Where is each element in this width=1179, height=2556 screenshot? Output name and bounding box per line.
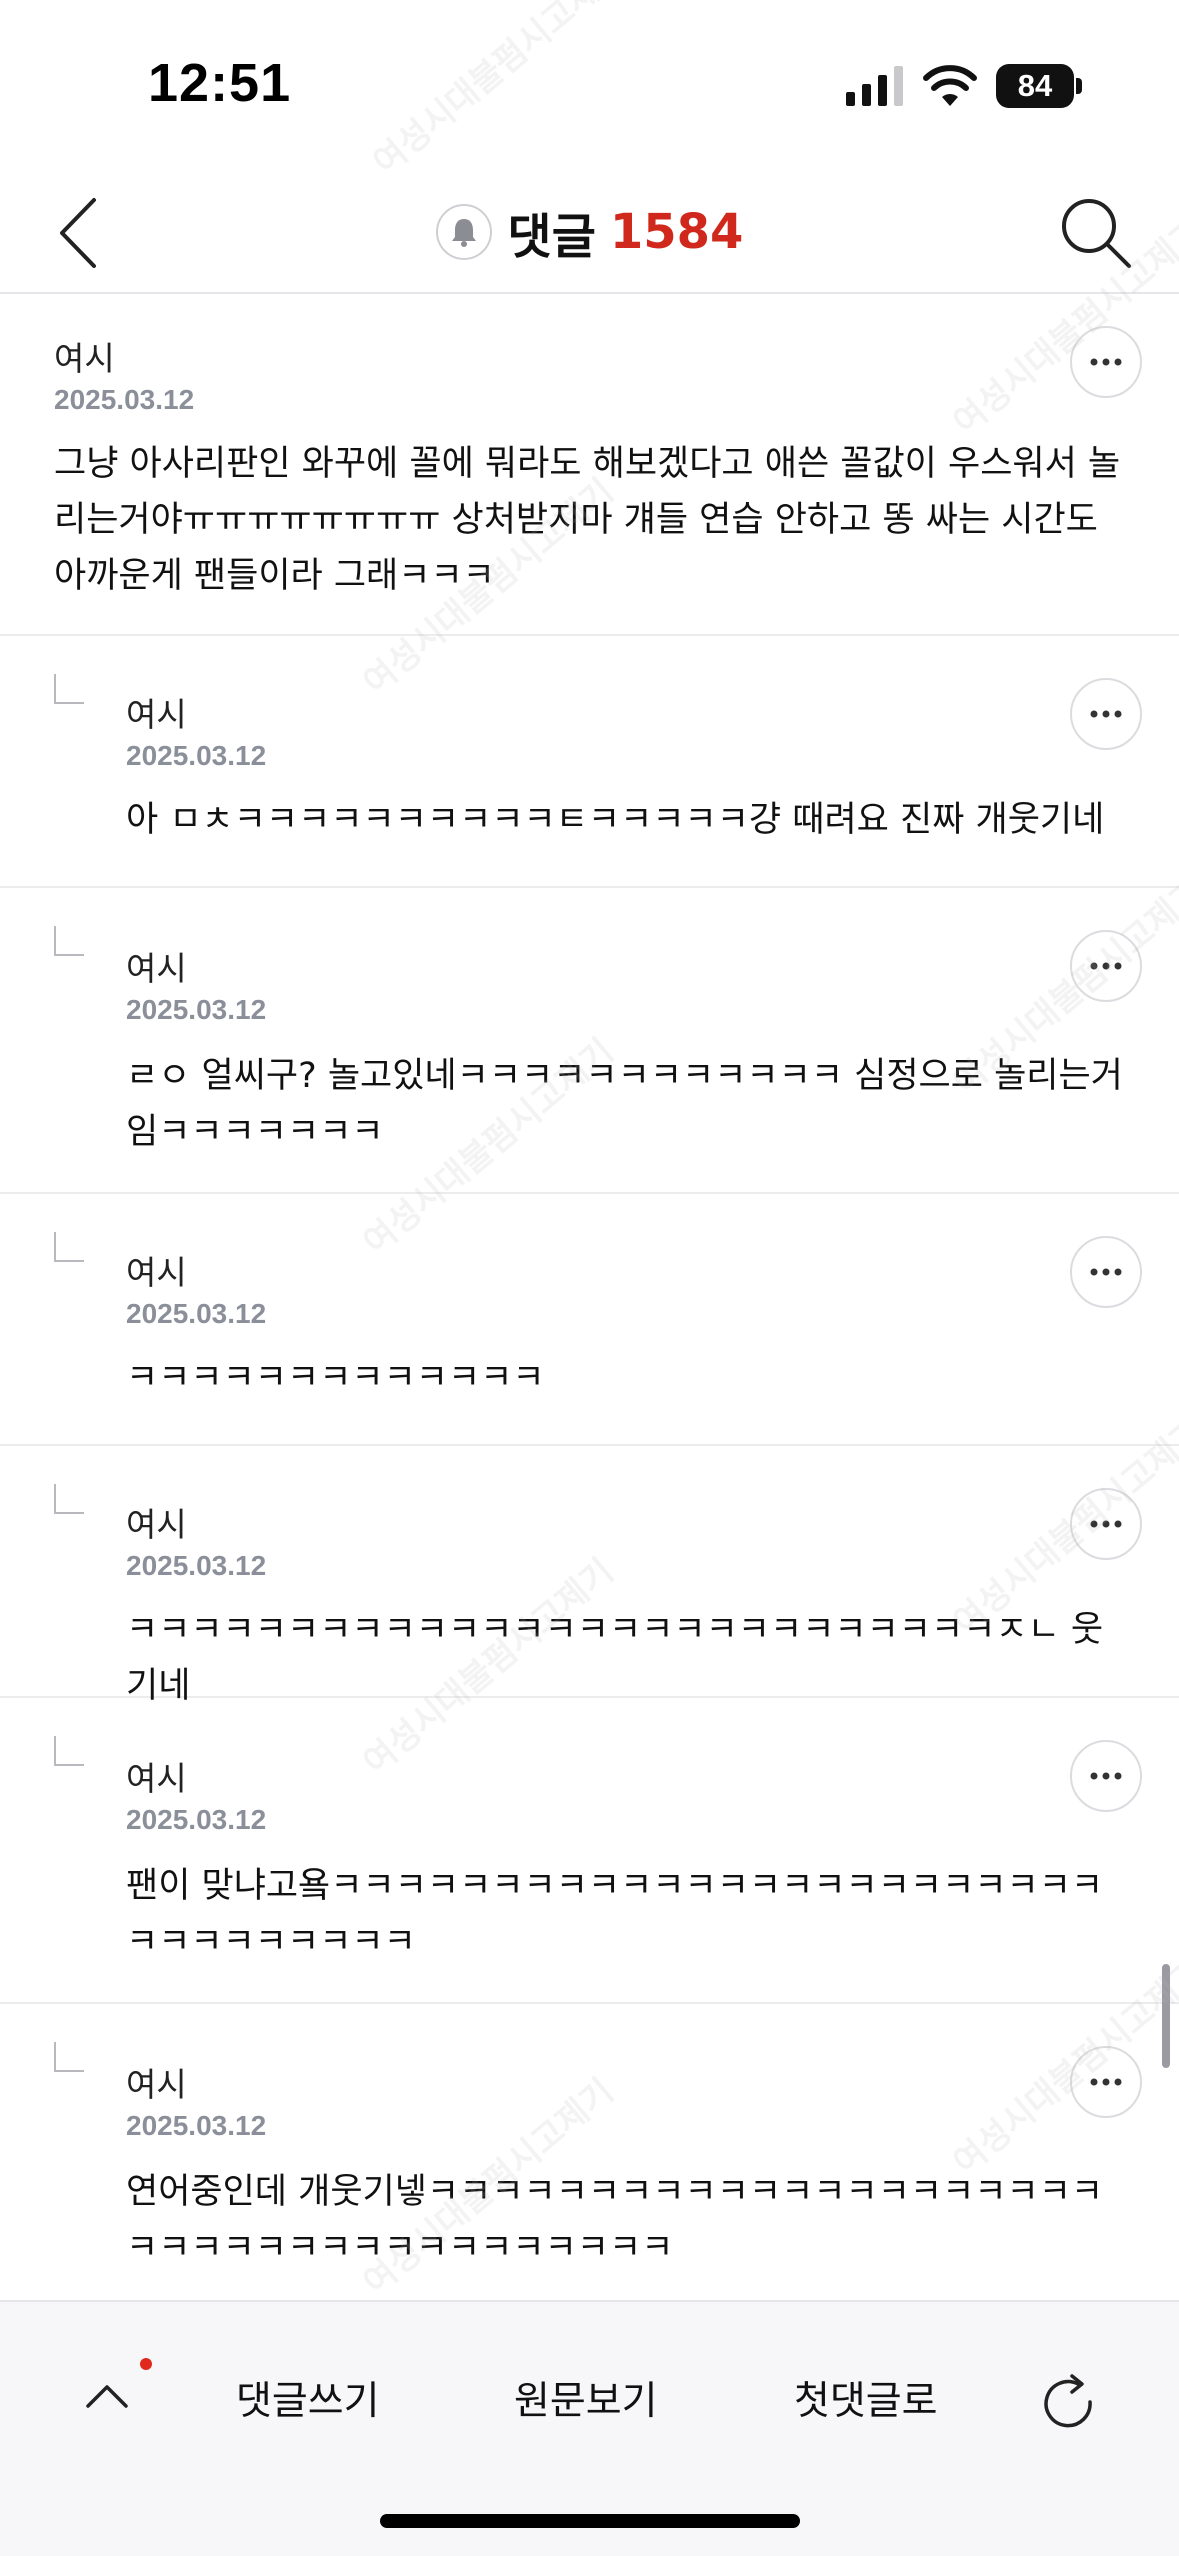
reply-item: 여시 2025.03.12 연어중인데 개웃기넿ㅋㅋㅋㅋㅋㅋㅋㅋㅋㅋㅋㅋㅋㅋㅋㅋ… [0, 2004, 1179, 2300]
comment-date: 2025.03.12 [54, 384, 195, 415]
comment-more-button[interactable] [1070, 2046, 1142, 2118]
header-title-group: 댓글 1584 [0, 190, 1179, 274]
comment-date: 2025.03.12 [126, 740, 267, 771]
new-indicator-dot [140, 2358, 152, 2370]
scrollbar-thumb[interactable] [1162, 1964, 1170, 2068]
comment-more-button[interactable] [1070, 1740, 1142, 1812]
comments-header: 댓글 1584 [0, 170, 1179, 294]
home-indicator[interactable] [380, 2514, 800, 2528]
reply-corner-icon [54, 1232, 84, 1262]
comment-author: 여시 [126, 1759, 187, 1798]
more-dots-icon [1090, 1268, 1122, 1276]
reply-item: 여시 2025.03.12 아 ㅁㅊㅋㅋㅋㅋㅋㅋㅋㅋㅋㅋㅌㅋㅋㅋㅋㅋ걍 때려요 … [0, 636, 1179, 888]
comment-item: 여시 2025.03.12 그냥 아사리판인 와꾸에 꼴에 뭐라도 해보겠다고 … [0, 296, 1179, 636]
bell-icon [451, 219, 476, 247]
comment-author: 여시 [54, 339, 115, 378]
search-button[interactable] [1055, 192, 1135, 272]
comment-author: 여시 [126, 2065, 187, 2104]
comment-more-button[interactable] [1070, 326, 1142, 398]
page-title: 댓글 [507, 209, 596, 265]
comment-author: 여시 [126, 695, 187, 734]
reply-corner-icon [54, 2042, 84, 2072]
more-dots-icon [1090, 710, 1122, 718]
page: 12:51 84 댓글 1584 여시 2025.03.12 그냥 아사리판인 … [0, 0, 1179, 2556]
comment-date: 2025.03.12 [126, 1298, 267, 1329]
status-bar: 12:51 84 [0, 0, 1179, 170]
comment-more-button[interactable] [1070, 678, 1142, 750]
more-dots-icon [1090, 2078, 1122, 2086]
comment-text: 연어중인데 개웃기넿ㅋㅋㅋㅋㅋㅋㅋㅋㅋㅋㅋㅋㅋㅋㅋㅋㅋㅋㅋㅋㅋㅋㅋㅋㅋㅋㅋㅋㅋㅋ… [126, 2172, 1104, 2268]
more-dots-icon [1090, 962, 1122, 970]
comment-author: 여시 [126, 949, 187, 988]
comment-more-button[interactable] [1070, 930, 1142, 1002]
comment-date: 2025.03.12 [126, 994, 267, 1025]
comment-text: 그냥 아사리판인 와꾸에 꼴에 뭐라도 해보겠다고 애쓴 꼴값이 우스워서 놀리… [54, 444, 1121, 596]
more-dots-icon [1090, 1772, 1122, 1780]
wifi-icon [923, 65, 977, 106]
reply-item: 여시 2025.03.12 ㄹㅇ 얼씨구? 놀고있네ㅋㅋㅋㅋㅋㅋㅋㅋㅋㅋㅋㅋ 심… [0, 888, 1179, 1194]
reply-corner-icon [54, 926, 84, 956]
reply-corner-icon [54, 1736, 84, 1766]
comment-count: 1584 [609, 204, 744, 260]
refresh-button[interactable] [1038, 2372, 1102, 2436]
comment-text: 팬이 맞냐고욬ㅋㅋㅋㅋㅋㅋㅋㅋㅋㅋㅋㅋㅋㅋㅋㅋㅋㅋㅋㅋㅋㅋㅋㅋㅋㅋㅋㅋㅋㅋㅋㅋㅋ [126, 1866, 1104, 1962]
reply-item: 여시 2025.03.12 팬이 맞냐고욬ㅋㅋㅋㅋㅋㅋㅋㅋㅋㅋㅋㅋㅋㅋㅋㅋㅋㅋㅋ… [0, 1698, 1179, 2004]
comment-more-button[interactable] [1070, 1236, 1142, 1308]
first-comment-button[interactable]: 첫댓글로 [794, 2370, 938, 2426]
comment-author: 여시 [126, 1505, 187, 1544]
write-comment-button[interactable]: 댓글쓰기 [236, 2370, 380, 2426]
comment-date: 2025.03.12 [126, 2110, 267, 2141]
more-dots-icon [1090, 1520, 1122, 1528]
comment-author: 여시 [126, 1253, 187, 1292]
status-time: 12:51 [148, 53, 292, 113]
comment-text: 아 ㅁㅊㅋㅋㅋㅋㅋㅋㅋㅋㅋㅋㅌㅋㅋㅋㅋㅋ걍 때려요 진짜 개웃기네 [126, 800, 1105, 840]
more-dots-icon [1090, 358, 1122, 366]
comment-date: 2025.03.12 [126, 1550, 267, 1581]
comment-date: 2025.03.12 [126, 1804, 267, 1835]
reply-corner-icon [54, 1484, 84, 1514]
comment-more-button[interactable] [1070, 1488, 1142, 1560]
reply-corner-icon [54, 674, 84, 704]
battery-indicator: 84 [996, 64, 1074, 108]
comment-text: ㅋㅋㅋㅋㅋㅋㅋㅋㅋㅋㅋㅋㅋ [126, 1358, 545, 1398]
comment-text: ㄹㅇ 얼씨구? 놀고있네ㅋㅋㅋㅋㅋㅋㅋㅋㅋㅋㅋㅋ 심정으로 놀리는거임ㅋㅋㅋㅋㅋ… [126, 1056, 1123, 1152]
notification-toggle[interactable] [435, 204, 492, 260]
reply-item: 여시 2025.03.12 ㅋㅋㅋㅋㅋㅋㅋㅋㅋㅋㅋㅋㅋ [0, 1194, 1179, 1446]
cellular-signal-icon [846, 66, 903, 106]
reply-item: 여시 2025.03.12 ㅋㅋㅋㅋㅋㅋㅋㅋㅋㅋㅋㅋㅋㅋㅋㅋㅋㅋㅋㅋㅋㅋㅋㅋㅋㅋ… [0, 1446, 1179, 1706]
view-original-button[interactable]: 원문보기 [514, 2370, 658, 2426]
battery-cap [1076, 78, 1082, 94]
scroll-up-button[interactable] [82, 2372, 132, 2422]
